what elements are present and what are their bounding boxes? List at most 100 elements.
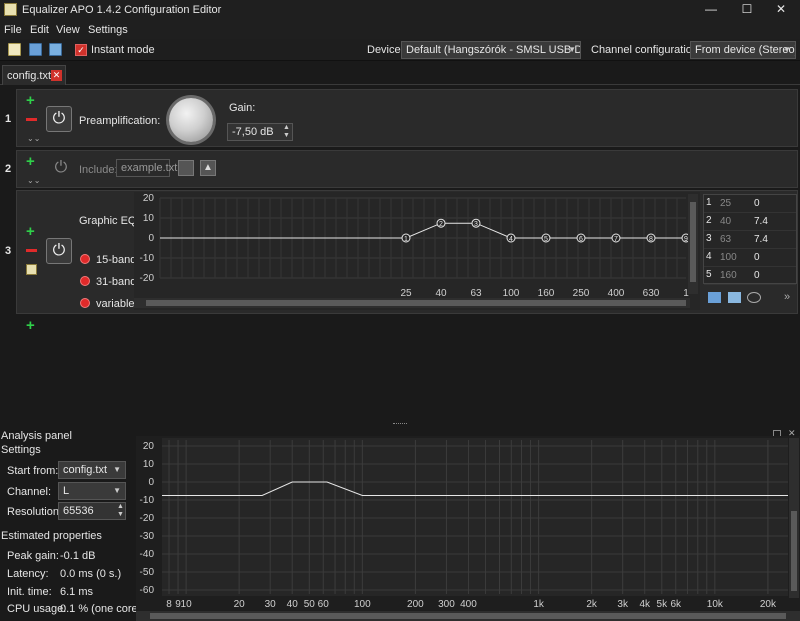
close-tab-icon[interactable]: ✕ [51, 70, 62, 81]
close-button[interactable]: ✕ [758, 0, 800, 20]
analysis-y-tick-label: -40 [140, 549, 155, 560]
menu-settings[interactable]: Settings [88, 24, 128, 36]
power-icon[interactable]: ⏻ [46, 106, 72, 132]
add-filter-button[interactable]: + [26, 154, 35, 169]
include-path-field[interactable]: example.txt [116, 159, 177, 177]
analysis-x-tick-label: 4k [639, 599, 651, 610]
toolbar: ✓ Instant mode Device: Default (Hangszór… [0, 39, 800, 61]
geq-x-tick-label: 250 [573, 288, 590, 299]
save-file-icon[interactable] [178, 160, 194, 176]
up-arrow-icon[interactable]: ▲ [200, 160, 216, 176]
power-icon[interactable]: ⏻ [50, 158, 72, 180]
menu-view[interactable]: View [56, 24, 80, 36]
analysis-x-tick-label: 400 [460, 599, 477, 610]
channel-select[interactable]: L ▼ [58, 482, 126, 500]
analysis-x-tick-label: 30 [265, 599, 277, 610]
analysis-y-tick-label: -60 [140, 585, 155, 596]
start-from-select[interactable]: config.txt ▼ [58, 461, 126, 479]
band-frequency[interactable]: 40 [720, 216, 731, 227]
device-select[interactable]: Default (Hangszórók - SMSL USB DAC) ▼ [401, 41, 581, 59]
geq-x-tick-label: 400 [608, 288, 625, 299]
analysis-h-scroll-thumb[interactable] [150, 613, 786, 619]
channel-value: L [63, 485, 70, 497]
latency-label: Latency: [7, 568, 49, 580]
save-icon[interactable] [29, 43, 42, 56]
geq-x-tick-label: 630 [643, 288, 660, 299]
tab-config[interactable]: config.txt ✕ [2, 65, 66, 85]
graphic-eq-plot[interactable]: 20100-10-20 25 40 63 100 160 250 400 630 1 12 34 5… [134, 192, 700, 310]
analysis-x-tick-label: 1k [533, 599, 545, 610]
peak-gain-value: -0.1 dB [60, 550, 96, 562]
band-table-row[interactable]: 5 160 0 [704, 267, 796, 285]
edit-icon[interactable] [26, 264, 37, 275]
gain-label: Gain: [229, 102, 256, 114]
chevron-down-icon[interactable]: ⌄⌄ [27, 176, 40, 185]
analysis-y-tick-label: -30 [140, 531, 155, 542]
band-table-row[interactable]: 2 40 7.4 [704, 213, 796, 231]
band-15-radio[interactable] [80, 254, 90, 264]
panel-splitter[interactable] [0, 422, 800, 428]
title-bar: Equalizer APO 1.4.2 Configuration Editor… [0, 0, 800, 20]
band-frequency[interactable]: 63 [720, 234, 731, 245]
band-frequency[interactable]: 160 [720, 270, 737, 281]
band-gain[interactable]: 7.4 [754, 216, 768, 227]
band-table[interactable]: 1 25 0 2 40 7.4 3 63 7.4 4 100 0 5 160 0 [703, 194, 797, 285]
add-filter-button[interactable]: + [26, 318, 35, 333]
band-frequency[interactable]: 100 [720, 252, 737, 263]
spin-arrows-icon[interactable]: ▲ ▼ [283, 124, 290, 140]
band-table-row[interactable]: 3 63 7.4 [704, 231, 796, 249]
band-gain[interactable]: 0 [754, 252, 760, 263]
geq-label: Graphic EQ: [79, 215, 140, 227]
analysis-x-tick-label: 300 [438, 599, 455, 610]
window-title: Equalizer APO 1.4.2 Configuration Editor [22, 4, 222, 16]
band-31-radio[interactable] [80, 276, 90, 286]
options-icon[interactable] [747, 292, 761, 303]
analysis-frequency-plot[interactable]: 20100-10-20-30-40-50-60 8 9 10 20 30 40 50 60 10… [136, 436, 800, 621]
geq-v-scroll-thumb[interactable] [690, 202, 696, 282]
band-index: 5 [706, 269, 712, 280]
tab-bar: config.txt ✕ [0, 63, 800, 85]
band-gain[interactable]: 7.4 [754, 234, 768, 245]
menu-edit[interactable]: Edit [30, 24, 49, 36]
variable-radio[interactable] [80, 298, 90, 308]
analysis-x-tick-label: 100 [354, 599, 371, 610]
band-table-row[interactable]: 1 25 0 [704, 195, 796, 213]
geq-band-index: 6 [579, 236, 583, 243]
menu-file[interactable]: File [4, 24, 22, 36]
analysis-x-tick-label: 6k [670, 599, 682, 610]
import-icon[interactable] [708, 292, 721, 303]
geq-y-tick-label: -10 [140, 253, 155, 264]
instant-mode-checkbox[interactable]: ✓ [75, 44, 87, 56]
analysis-y-tick-label: 0 [148, 477, 154, 488]
geq-h-scroll-thumb[interactable] [146, 300, 686, 306]
save-all-icon[interactable] [49, 43, 62, 56]
band-gain[interactable]: 0 [754, 198, 760, 209]
add-filter-button[interactable]: + [26, 93, 35, 108]
splitter-handle[interactable] [393, 423, 407, 425]
new-file-icon[interactable] [8, 43, 21, 56]
analysis-x-tick-label: 60 [318, 599, 330, 610]
band-index: 1 [706, 197, 712, 208]
more-button[interactable]: » [784, 291, 790, 303]
band-gain[interactable]: 0 [754, 270, 760, 281]
channel-config-select[interactable]: From device (Stereo) ▼ [690, 41, 796, 59]
band-table-row[interactable]: 4 100 0 [704, 249, 796, 267]
analysis-y-tick-label: 10 [143, 459, 155, 470]
analysis-v-scroll-thumb[interactable] [791, 511, 797, 591]
spin-arrows-icon[interactable]: ▲ ▼ [117, 503, 124, 519]
analysis-x-tick-label: 5k [657, 599, 669, 610]
chevron-down-icon: ▼ [113, 486, 121, 495]
add-filter-button[interactable]: + [26, 224, 35, 239]
remove-filter-button[interactable] [26, 118, 37, 121]
analysis-x-tick-label: 50 [304, 599, 316, 610]
gain-knob[interactable] [169, 98, 213, 142]
export-icon[interactable] [728, 292, 741, 303]
remove-filter-button[interactable] [26, 249, 37, 252]
resolution-spinbox[interactable]: 65536 [58, 502, 126, 520]
row-number-1: 1 [4, 113, 12, 125]
band-frequency[interactable]: 25 [720, 198, 731, 209]
chevron-down-icon[interactable]: ⌄⌄ [27, 134, 40, 143]
analysis-panel-title: Analysis panel [1, 430, 72, 442]
init-time-value: 6.1 ms [60, 586, 94, 598]
power-icon[interactable]: ⏻ [46, 238, 72, 264]
